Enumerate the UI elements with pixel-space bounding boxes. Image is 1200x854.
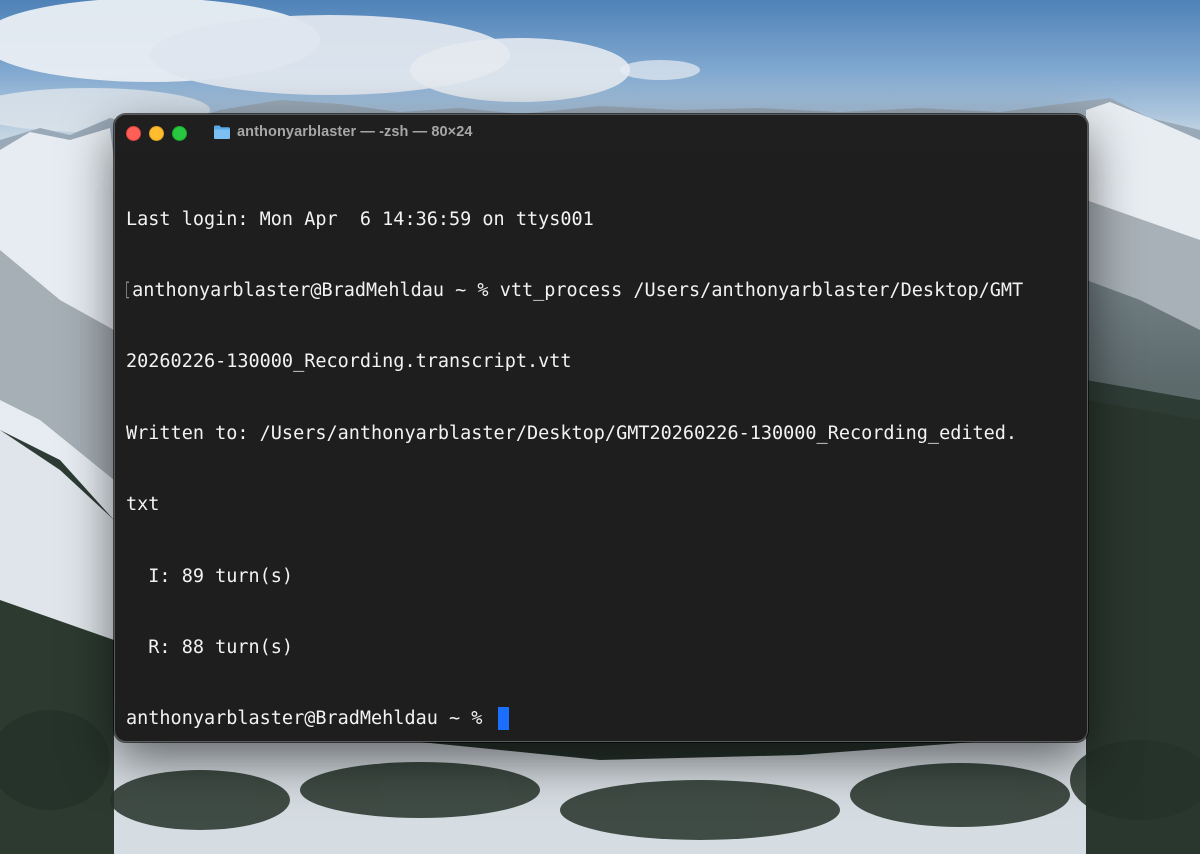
terminal-window[interactable]: anthonyarblaster — -zsh — 80×24 Last log… [114,114,1088,742]
shell-prompt: anthonyarblaster@BradMehldau ~ % [126,708,494,730]
text-cursor [497,707,509,731]
window-controls [126,126,187,141]
close-button[interactable] [126,126,141,141]
minimize-button[interactable] [149,126,164,141]
terminal-line: I: 89 turn(s) [126,565,294,587]
terminal-line: [anthonyarblaster@BradMehldau ~ % vtt_pr… [126,279,1079,303]
folder-icon [214,125,230,139]
terminal-line: 20260226-130000_Recording.transcript.vtt [126,351,572,373]
window-title: anthonyarblaster — -zsh — 80×24 [213,124,473,140]
terminal-line: Written to: /Users/anthonyarblaster/Desk… [126,422,1018,444]
prompt-line[interactable]: anthonyarblaster@BradMehldau ~ % [126,707,1079,731]
command-text: anthonyarblaster@BradMehldau ~ % vtt_pro… [132,279,1024,301]
terminal-line: Last login: Mon Apr 6 14:36:59 on ttys00… [126,208,594,230]
title-bar[interactable]: anthonyarblaster — -zsh — 80×24 [115,115,1087,153]
terminal-line: R: 88 turn(s) [126,636,294,658]
terminal-line: txt [126,494,160,516]
terminal-output[interactable]: Last login: Mon Apr 6 14:36:59 on ttys00… [126,160,1079,733]
zoom-button[interactable] [172,126,187,141]
window-title-text: anthonyarblaster — -zsh — 80×24 [237,124,473,140]
